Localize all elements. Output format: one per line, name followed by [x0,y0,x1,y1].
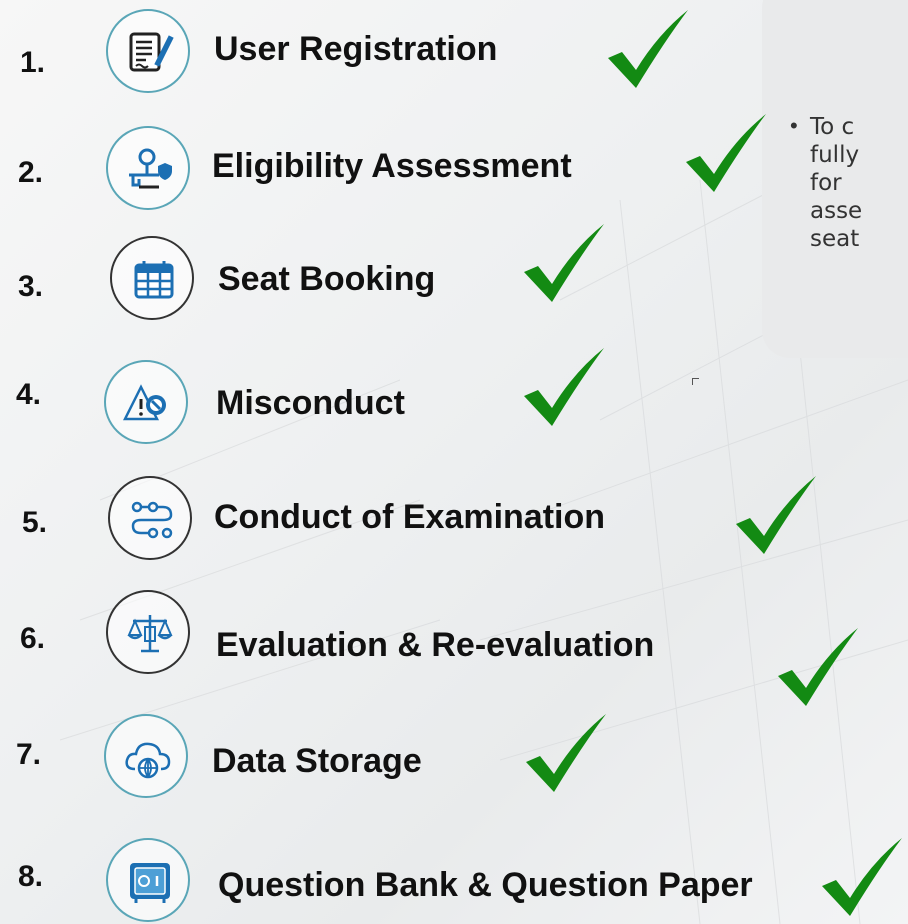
panel-line: for [810,170,842,196]
item-title: Conduct of Examination [214,498,605,536]
corner-mark [692,378,699,385]
item-title: Question Bank & Question Paper [218,866,753,904]
item-title: Data Storage [212,742,422,780]
item-title: Evaluation & Re-evaluation [216,626,655,664]
desk-shield-icon [129,148,172,189]
cloud-globe-icon [125,742,171,779]
checkmark-icon [524,224,604,302]
checkmark-icon [822,838,902,916]
list-item: 8. Question Bank & Question Paper [0,0,908,922]
calendar-icon [134,261,174,299]
item-title: Eligibility Assessment [212,147,572,185]
panel-line: seat [810,226,860,252]
item-number: 8. [18,860,44,893]
panel-text: To c fully for asse seat [810,113,862,253]
item-title: Seat Booking [218,260,436,298]
item-number: 6. [20,622,46,655]
panel-line: asse [810,198,863,224]
item-number: 3. [18,270,44,303]
warning-prohibited-icon [123,384,166,421]
item-number: 4. [16,378,42,411]
checkmark-icon [526,714,606,792]
checkmark-icon [686,114,766,192]
item-icon-circle [106,838,190,922]
scales-icon [127,615,173,653]
panel-line: To c [810,114,855,140]
safe-icon [130,863,170,903]
item-icon-circle [106,126,190,210]
panel-line: fully [810,142,860,168]
checkmark-icon [524,348,604,426]
item-icon-circle [108,476,192,560]
item-icon-circle [110,236,194,320]
item-icon-circle [104,360,188,444]
item-icon-circle [104,714,188,798]
item-number: 7. [16,738,42,771]
panel-bullet: • [790,113,798,138]
checkmark-icon [778,628,858,706]
checkmark-icon [736,476,816,554]
item-icon-circle [106,590,190,674]
item-title: Misconduct [216,384,405,422]
workflow-icon [131,501,173,539]
item-number: 5. [22,506,48,539]
item-number: 2. [18,156,44,189]
